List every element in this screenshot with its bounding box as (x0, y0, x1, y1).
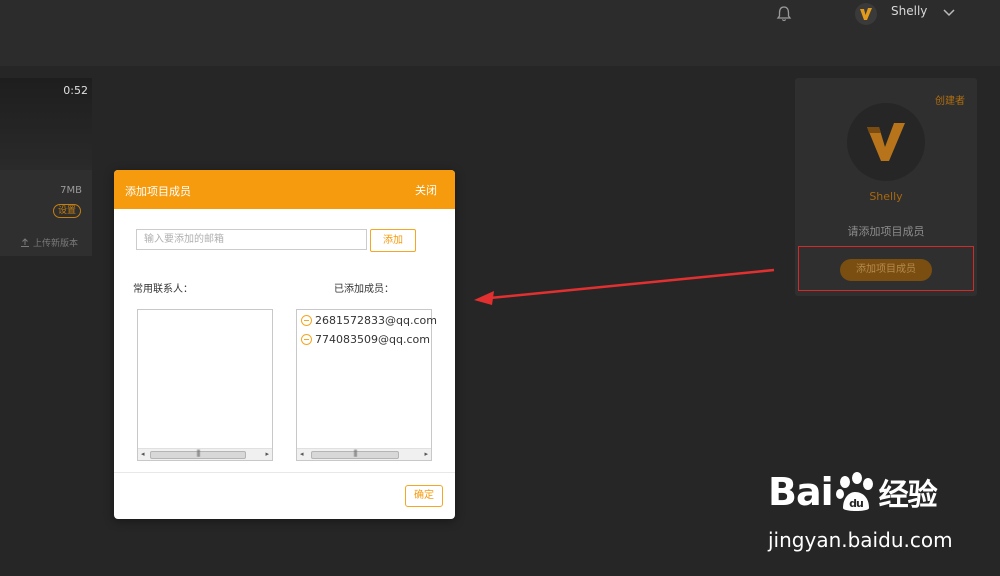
contacts-label: 常用联系人： (133, 284, 193, 295)
added-members-label: 已添加成员： (334, 284, 394, 295)
paw-icon: du (835, 472, 873, 511)
annotation-highlight-box (798, 246, 974, 291)
added-members-list[interactable]: 2681572833@qq.com 774083509@qq.com ◂ |||… (296, 309, 437, 461)
dialog-title: 添加项目成员 (125, 185, 191, 198)
upload-label: 上传新版本 (32, 239, 78, 249)
confirm-button[interactable]: 确定 (405, 485, 443, 507)
setting-badge[interactable]: 设置 (52, 204, 81, 218)
email-input[interactable] (136, 229, 367, 250)
add-member-dialog: 添加项目成员 关闭 添加 常用联系人： 已添加成员： ◂ ||| ▸ 26815… (114, 170, 455, 519)
remove-member-icon[interactable] (301, 315, 312, 326)
list-item: 774083509@qq.com (301, 333, 430, 346)
member-email: 2681572833@qq.com (315, 314, 437, 327)
remove-member-icon[interactable] (301, 334, 312, 345)
member-email: 774083509@qq.com (315, 333, 430, 346)
logo-text-du: du (849, 497, 863, 510)
add-members-hint: 请添加项目成员 (847, 225, 925, 238)
scroll-left-icon[interactable]: ◂ (300, 450, 304, 458)
scroll-right-icon[interactable]: ▸ (424, 450, 428, 458)
creator-avatar (847, 103, 925, 181)
chevron-down-icon[interactable] (942, 8, 956, 18)
scroll-right-icon[interactable]: ▸ (265, 450, 269, 458)
dialog-divider (114, 472, 455, 473)
file-size: 7MB (60, 185, 82, 196)
logo-text-jingyan: 经验 (878, 478, 938, 513)
creator-label: 创建者 (935, 96, 965, 107)
dialog-header: 添加项目成员 关闭 (114, 170, 455, 209)
add-button[interactable]: 添加 (370, 229, 416, 252)
top-bar: Shelly (0, 0, 1000, 66)
horizontal-scrollbar[interactable]: ◂ ||| ▸ (138, 448, 272, 460)
video-card[interactable]: 0:52 7MB 设置 上传新版本 (0, 78, 92, 256)
scrollbar-thumb[interactable]: ||| (150, 449, 246, 459)
creator-name: Shelly (869, 190, 903, 203)
username[interactable]: Shelly (891, 4, 927, 18)
watermark-url: jingyan.baidu.com (768, 528, 953, 552)
scroll-left-icon[interactable]: ◂ (141, 450, 145, 458)
logo-text-bai: Bai (768, 470, 834, 514)
bell-icon[interactable] (775, 5, 793, 23)
scrollbar-thumb[interactable]: ||| (311, 449, 399, 459)
logo-icon (867, 123, 905, 161)
contacts-list[interactable]: ◂ ||| ▸ (137, 309, 273, 461)
video-duration: 0:52 (63, 84, 88, 97)
horizontal-scrollbar[interactable]: ◂ ||| ▸ (297, 448, 431, 460)
baidu-logo: Bai du 经验 (768, 470, 938, 514)
list-item: 2681572833@qq.com (301, 314, 437, 327)
user-avatar-icon[interactable] (855, 3, 877, 25)
upload-icon (20, 237, 29, 247)
close-button[interactable]: 关闭 (415, 182, 437, 198)
baidu-watermark: Bai du 经验 jingyan.baidu.com (768, 470, 978, 560)
upload-new-version[interactable]: 上传新版本 (20, 236, 78, 249)
